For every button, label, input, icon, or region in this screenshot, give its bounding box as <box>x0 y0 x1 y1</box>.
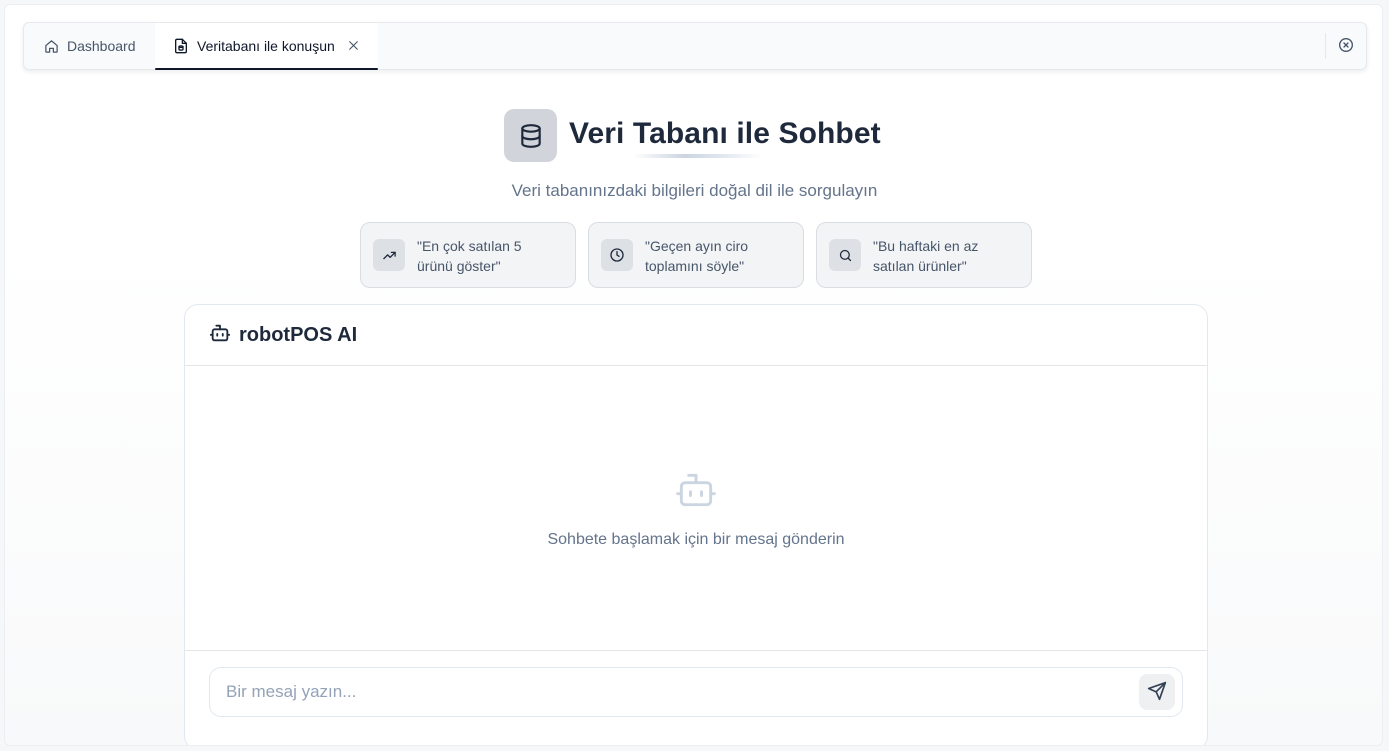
page-title: Veri Tabanı ile Sohbet <box>569 117 881 150</box>
suggestion-line: "Geçen ayın ciro <box>645 238 749 254</box>
search-icon <box>829 239 861 271</box>
suggestion-line: ürünü göster" <box>417 258 501 274</box>
file-database-icon <box>173 38 189 54</box>
suggestion-text: "Bu haftaki en az satılan ürünler" <box>873 235 978 276</box>
database-icon <box>504 109 557 162</box>
tab-bar: Dashboard Veritabanı ile konuşun <box>23 22 1367 70</box>
suggestion-line: "Bu haftaki en az <box>873 238 979 254</box>
send-button[interactable] <box>1139 674 1175 710</box>
bot-icon <box>209 322 231 349</box>
suggestion-list: "En çok satılan 5 ürünü göster" "Geçen a… <box>360 222 1032 288</box>
suggestion-card[interactable]: "En çok satılan 5 ürünü göster" <box>360 222 576 288</box>
page: Dashboard Veritabanı ile konuşun Veri Ta… <box>4 4 1383 746</box>
chat-title: robotPOS AI <box>239 323 358 346</box>
suggestion-text: "Geçen ayın ciro toplamını söyle" <box>645 235 748 276</box>
chat-header: robotPOS AI <box>185 305 1207 366</box>
tab-dashboard-label: Dashboard <box>67 38 136 54</box>
trending-up-icon <box>373 239 405 271</box>
chat-composer <box>185 650 1207 745</box>
clock-icon <box>601 239 633 271</box>
tab-dashboard[interactable]: Dashboard <box>44 23 136 69</box>
send-icon <box>1147 681 1167 704</box>
tab-veritabani[interactable]: Veritabanı ile konuşun <box>155 23 378 70</box>
suggestion-line: toplamını söyle" <box>645 258 745 274</box>
suggestion-line: "En çok satılan 5 <box>417 238 522 254</box>
page-subtitle: Veri tabanınızdaki bilgileri doğal dil i… <box>511 181 878 200</box>
suggestion-text: "En çok satılan 5 ürünü göster" <box>417 235 522 276</box>
close-tab-icon[interactable] <box>347 39 360 52</box>
suggestion-line: satılan ürünler" <box>873 258 967 274</box>
suggestion-card[interactable]: "Geçen ayın ciro toplamını söyle" <box>588 222 804 288</box>
chat-panel: robotPOS AI Sohbete başlamak için bir me… <box>184 304 1208 745</box>
tab-bar-divider <box>1325 33 1326 59</box>
home-icon <box>44 39 59 54</box>
title-underline <box>633 154 763 158</box>
suggestion-card[interactable]: "Bu haftaki en az satılan ürünler" <box>816 222 1032 288</box>
tab-veritabani-label: Veritabanı ile konuşun <box>197 37 335 54</box>
message-input[interactable] <box>209 667 1183 717</box>
empty-state-text: Sohbete başlamak için bir mesaj gönderin <box>547 531 845 548</box>
bot-icon <box>674 468 718 517</box>
chat-messages: Sohbete başlamak için bir mesaj gönderin <box>185 366 1207 650</box>
close-all-tabs-icon[interactable] <box>1338 37 1356 55</box>
